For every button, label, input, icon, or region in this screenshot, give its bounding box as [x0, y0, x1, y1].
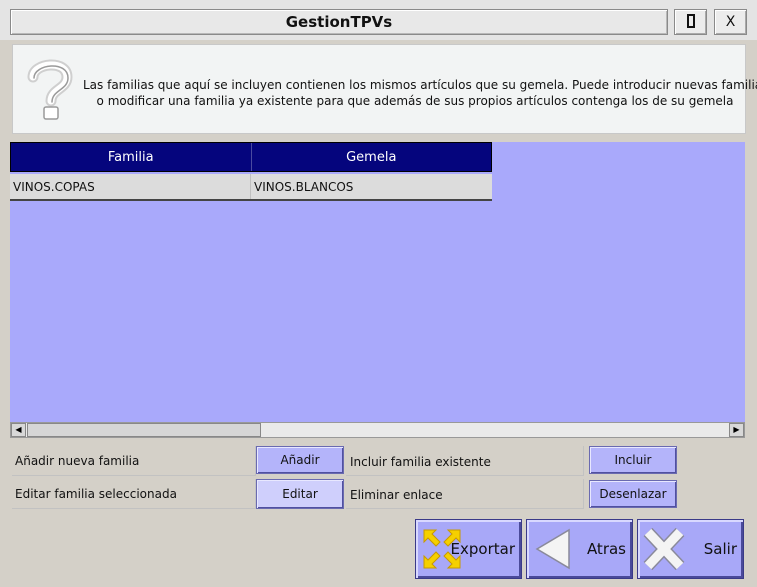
- cell-familia[interactable]: VINOS.COPAS: [10, 174, 250, 199]
- info-line-2: o modificar una familia ya existente par…: [96, 94, 734, 108]
- table-row[interactable]: VINOS.COPAS VINOS.BLANCOS: [10, 174, 492, 201]
- add-button[interactable]: Añadir: [256, 446, 344, 474]
- include-button[interactable]: Incluir: [589, 446, 677, 474]
- include-family-label: Incluir familia existente: [350, 455, 491, 469]
- export-label: Exportar: [450, 540, 515, 558]
- export-button[interactable]: Exportar: [415, 519, 522, 579]
- close-button[interactable]: X: [714, 9, 747, 35]
- maximize-icon: [686, 13, 695, 28]
- scroll-right-button[interactable]: ▶: [729, 423, 744, 437]
- exit-label: Salir: [703, 540, 737, 558]
- info-text: Las familias que aquí se incluyen contie…: [83, 77, 757, 109]
- scroll-thumb[interactable]: [27, 423, 261, 437]
- back-label: Atras: [586, 540, 626, 558]
- back-arrow-icon: [535, 528, 570, 570]
- exit-x-icon: [643, 527, 685, 571]
- cell-gemela[interactable]: VINOS.BLANCOS: [250, 174, 490, 199]
- column-header-familia[interactable]: Familia: [11, 143, 251, 171]
- question-mark-icon: [27, 59, 73, 120]
- info-line-1: Las familias que aquí se incluyen contie…: [83, 78, 757, 92]
- grid-header: Familia Gemela: [10, 142, 492, 172]
- unlink-button[interactable]: Desenlazar: [589, 480, 677, 508]
- horizontal-scrollbar[interactable]: ◀ ▶: [10, 422, 745, 438]
- remove-link-label: Eliminar enlace: [350, 488, 443, 502]
- info-panel: Las familias que aquí se incluyen contie…: [12, 44, 757, 134]
- add-family-label: Añadir nueva familia: [15, 454, 140, 468]
- exit-button[interactable]: Salir: [637, 519, 744, 579]
- scroll-left-button[interactable]: ◀: [11, 423, 26, 437]
- edit-button[interactable]: Editar: [256, 479, 344, 509]
- families-grid[interactable]: Familia Gemela VINOS.COPAS VINOS.BLANCOS: [10, 142, 745, 422]
- actions-panel: Añadir nueva familia Añadir Incluir fami…: [12, 446, 746, 510]
- maximize-button[interactable]: [674, 9, 707, 35]
- window-title: GestionTPVs: [10, 9, 668, 35]
- column-header-gemela[interactable]: Gemela: [250, 143, 492, 171]
- back-button[interactable]: Atras: [526, 519, 633, 579]
- edit-family-label: Editar familia seleccionada: [15, 487, 177, 501]
- title-bar: GestionTPVs X: [0, 0, 757, 40]
